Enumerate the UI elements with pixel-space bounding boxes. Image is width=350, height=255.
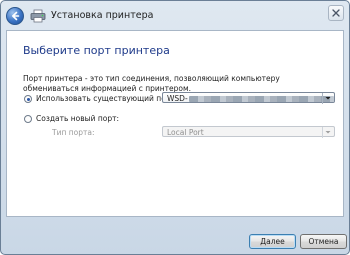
content-panel: Выберите порт принтера Порт принтера - э… [6,30,344,217]
printer-icon [30,9,46,23]
port-type-label: Тип порта: [52,128,95,137]
existing-port-label[interactable]: Использовать существующий порт: [36,94,177,103]
port-type-dropdown-button[interactable] [322,127,334,138]
new-port-radio[interactable] [24,115,32,123]
button-bar: Далее Отмена [1,217,349,255]
back-arrow-icon [12,11,20,21]
close-button[interactable] [328,5,344,21]
redacted-port-name [189,96,334,102]
description-text: Порт принтера - это тип соединения, позв… [23,74,280,93]
cancel-button[interactable]: Отмена [300,234,347,249]
printer-setup-window: Установка принтера Выберите порт принтер… [0,0,350,255]
chevron-down-icon [325,97,331,100]
chevron-down-icon [325,131,331,134]
existing-port-radio[interactable] [24,95,32,103]
existing-port-value: WSD- [167,94,188,103]
dropdown-button[interactable] [322,93,334,104]
port-type-value: Local Port [167,128,204,137]
port-type-select[interactable]: Local Port [162,126,335,138]
page-heading: Выберите порт принтера [23,44,170,57]
close-icon [332,9,340,17]
next-button[interactable]: Далее [249,234,296,249]
back-button[interactable] [6,7,24,25]
window-title: Установка принтера [51,10,154,21]
title-bar: Установка принтера [1,1,349,31]
new-port-label[interactable]: Создать новый порт: [36,114,119,123]
existing-port-select[interactable]: WSD- [162,92,335,104]
